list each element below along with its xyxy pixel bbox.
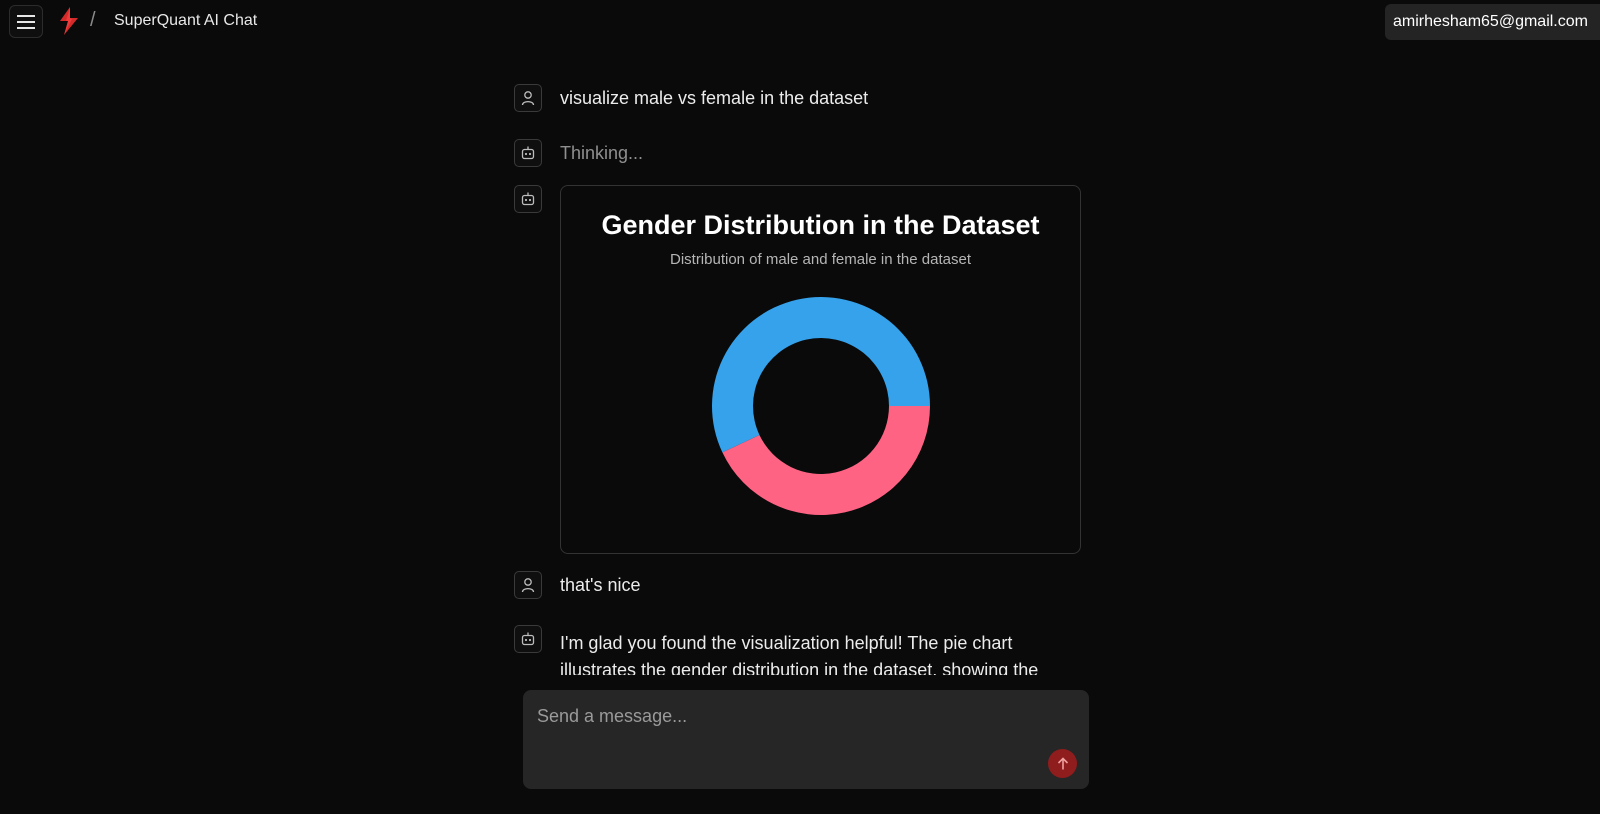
top-bar: / SuperQuant AI Chat amirhesham65@gmail.…	[0, 0, 1600, 44]
breadcrumb-separator: /	[90, 9, 96, 31]
hamburger-menu-icon	[17, 14, 35, 29]
message-input[interactable]	[537, 702, 1057, 730]
user-account-button[interactable]: amirhesham65@gmail.com	[1385, 4, 1600, 40]
chart-subtitle: Distribution of male and female in the d…	[669, 251, 971, 268]
send-button[interactable]	[1048, 749, 1077, 778]
message-text: that's nice	[560, 575, 641, 595]
message-text: visualize male vs female in the dataset	[560, 88, 869, 108]
robot-icon	[521, 632, 535, 646]
bot-avatar	[514, 139, 542, 167]
chart-title: Gender Distribution in the Dataset	[601, 210, 1040, 240]
user-icon	[521, 91, 535, 106]
donut-chart	[712, 296, 930, 515]
user-message: visualize male vs female in the dataset	[514, 84, 1084, 114]
bot-avatar	[514, 625, 542, 653]
assistant-message: Thinking...	[514, 139, 1084, 169]
user-message: that's nice	[514, 571, 1084, 601]
chart-card: Gender Distribution in the Dataset Distr…	[560, 185, 1081, 554]
robot-icon	[521, 146, 535, 160]
user-icon	[521, 578, 535, 593]
bot-avatar	[514, 185, 542, 213]
message-composer	[523, 690, 1089, 789]
menu-button[interactable]	[9, 5, 43, 38]
assistant-reply-text: I'm glad you found the visualization hel…	[560, 633, 1039, 675]
app-title[interactable]: SuperQuant AI Chat	[114, 12, 257, 30]
user-avatar	[514, 84, 542, 112]
lightning-bolt-logo[interactable]	[58, 7, 80, 35]
thinking-text: Thinking...	[560, 143, 644, 163]
arrow-up-icon	[1057, 756, 1068, 769]
robot-icon	[521, 192, 535, 206]
user-avatar	[514, 571, 542, 599]
